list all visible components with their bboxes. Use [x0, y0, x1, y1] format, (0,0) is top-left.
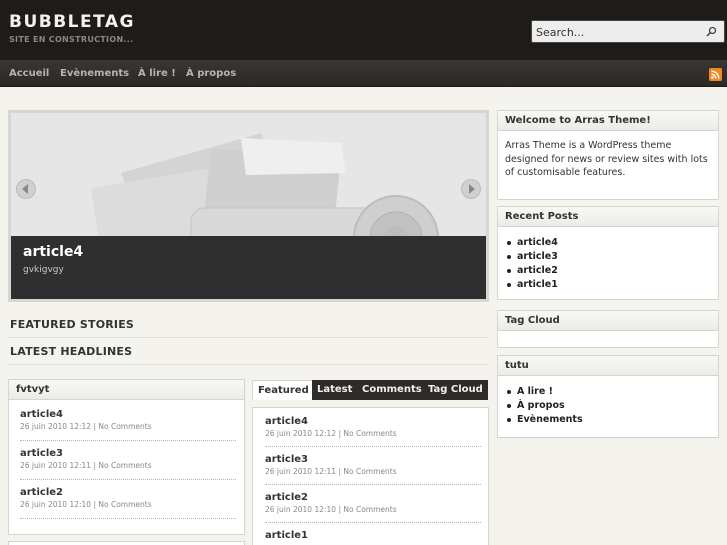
main-nav: Accueil Evènements À lire ! À propos	[0, 60, 727, 87]
post-meta: 26 juin 2010 12:10 | No Comments	[20, 500, 236, 509]
tab-latest[interactable]: Latest	[312, 380, 358, 400]
slide-excerpt: gvkigvgy	[23, 265, 64, 275]
post-date: 26 juin 2010 12:12	[20, 422, 92, 431]
tab-tag-cloud[interactable]: Tag Cloud	[423, 380, 488, 400]
post-title[interactable]: article3	[20, 448, 236, 459]
latest-headlines-heading: LATEST HEADLINES	[10, 345, 133, 358]
chevron-right-icon	[469, 184, 475, 194]
divider	[20, 479, 236, 480]
divider	[265, 484, 481, 485]
post-date: 26 juin 2010 12:12	[265, 429, 337, 438]
tab-panel: article4 26 juin 2010 12:12 | No Comment…	[252, 407, 489, 545]
post-date: 26 juin 2010 12:10	[265, 505, 337, 514]
widget-welcome: Welcome to Arras Theme! Arras Theme is a…	[497, 110, 719, 200]
widget-header: Tag Cloud	[498, 311, 718, 331]
list-item: article4 26 juin 2010 12:12 | No Comment…	[20, 409, 236, 431]
post-meta: 26 juin 2010 12:12 | No Comments	[20, 422, 236, 431]
site-title[interactable]: BUBBLETAG	[9, 12, 135, 32]
widget-header: tutu	[498, 356, 718, 376]
tab-featured[interactable]: Featured	[252, 380, 315, 400]
widget-tutu: tutu A lire ! À propos Evènements	[497, 355, 719, 438]
recent-post-link[interactable]: article4	[505, 237, 558, 251]
divider	[8, 364, 489, 365]
post-comments-link[interactable]: No Comments	[98, 500, 151, 509]
slide-title[interactable]: article4	[23, 244, 83, 260]
post-date: 26 juin 2010 12:11	[265, 467, 337, 476]
post-date: 26 juin 2010 12:11	[20, 461, 92, 470]
post-title[interactable]: article4	[265, 416, 481, 427]
nav-item-accueil[interactable]: Accueil	[9, 68, 49, 79]
widget-fvtvyt: fvtvyt article4 26 juin 2010 12:12 | No …	[8, 379, 245, 535]
list-item: article2 26 juin 2010 12:10 | No Comment…	[20, 487, 236, 509]
recent-post-link[interactable]: article1	[505, 279, 558, 293]
post-meta: 26 juin 2010 12:12 | No Comments	[265, 429, 481, 438]
nav-item-evenements[interactable]: Evènements	[60, 68, 129, 79]
list-item: article3 26 juin 2010 12:11 | No Comment…	[20, 448, 236, 470]
post-comments-link[interactable]: No Comments	[98, 422, 151, 431]
widget-title: Welcome to Arras Theme!	[505, 115, 651, 126]
post-title[interactable]: article3	[265, 454, 481, 465]
recent-post-link[interactable]: article3	[505, 251, 558, 265]
recent-posts-list: article4 article3 article2 article1	[505, 237, 558, 293]
search-icon[interactable]	[704, 25, 718, 39]
slider-next-button[interactable]	[461, 179, 481, 199]
slider-prev-button[interactable]	[16, 179, 36, 199]
widget-next	[8, 541, 245, 545]
post-comments-link[interactable]: No Comments	[343, 505, 396, 514]
tab-comments[interactable]: Comments	[357, 380, 427, 400]
widget-header: Welcome to Arras Theme!	[498, 111, 718, 131]
post-date: 26 juin 2010 12:10	[20, 500, 92, 509]
recent-post-link[interactable]: article2	[505, 265, 558, 279]
list-item: article4 26 juin 2010 12:12 | No Comment…	[265, 416, 481, 438]
post-comments-link[interactable]: No Comments	[98, 461, 151, 470]
post-meta: 26 juin 2010 12:10 | No Comments	[265, 505, 481, 514]
widget-header: Recent Posts	[498, 207, 718, 227]
search-box	[531, 20, 725, 43]
post-title[interactable]: article2	[265, 492, 481, 503]
list-item: article2 26 juin 2010 12:10 | No Comment…	[265, 492, 481, 514]
page-link-a-propos[interactable]: À propos	[505, 400, 583, 414]
divider	[8, 337, 489, 338]
post-meta: 26 juin 2010 12:11 | No Comments	[20, 461, 236, 470]
divider	[20, 518, 236, 519]
nav-item-a-propos[interactable]: À propos	[186, 68, 236, 79]
divider	[20, 440, 236, 441]
search-input[interactable]	[536, 24, 696, 40]
tutu-list: A lire ! À propos Evènements	[505, 386, 583, 428]
rss-icon[interactable]	[709, 68, 722, 81]
post-comments-link[interactable]: No Comments	[343, 429, 396, 438]
list-item: article1	[265, 530, 481, 541]
post-meta: 26 juin 2010 12:11 | No Comments	[265, 467, 481, 476]
page-link-evenements[interactable]: Evènements	[505, 414, 583, 428]
site-header: BUBBLETAG SITE EN CONSTRUCTION...	[0, 0, 727, 60]
list-item: article3 26 juin 2010 12:11 | No Comment…	[265, 454, 481, 476]
post-title[interactable]: article4	[20, 409, 236, 420]
divider	[265, 446, 481, 447]
nav-item-a-lire[interactable]: À lire !	[138, 68, 176, 79]
featured-stories-heading: FEATURED STORIES	[10, 318, 135, 331]
widget-title: Recent Posts	[505, 211, 579, 222]
divider	[265, 522, 481, 523]
post-title[interactable]: article2	[20, 487, 236, 498]
featured-slider[interactable]: article4 gvkigvgy	[8, 110, 489, 302]
post-title[interactable]: article1	[265, 530, 481, 541]
site-tagline: SITE EN CONSTRUCTION...	[9, 35, 134, 44]
widget-title: Tag Cloud	[505, 315, 560, 326]
widget-title: fvtvyt	[16, 384, 50, 395]
slide-caption: article4 gvkigvgy	[11, 236, 486, 299]
widget-title: tutu	[505, 360, 529, 371]
widget-recent-posts: Recent Posts article4 article3 article2 …	[497, 206, 719, 300]
welcome-text: Arras Theme is a WordPress theme designe…	[505, 140, 708, 178]
post-comments-link[interactable]: No Comments	[343, 467, 396, 476]
chevron-left-icon	[22, 184, 28, 194]
widget-tag-cloud: Tag Cloud	[497, 310, 719, 348]
page-link-a-lire[interactable]: A lire !	[505, 386, 583, 400]
widget-header: fvtvyt	[9, 380, 244, 400]
